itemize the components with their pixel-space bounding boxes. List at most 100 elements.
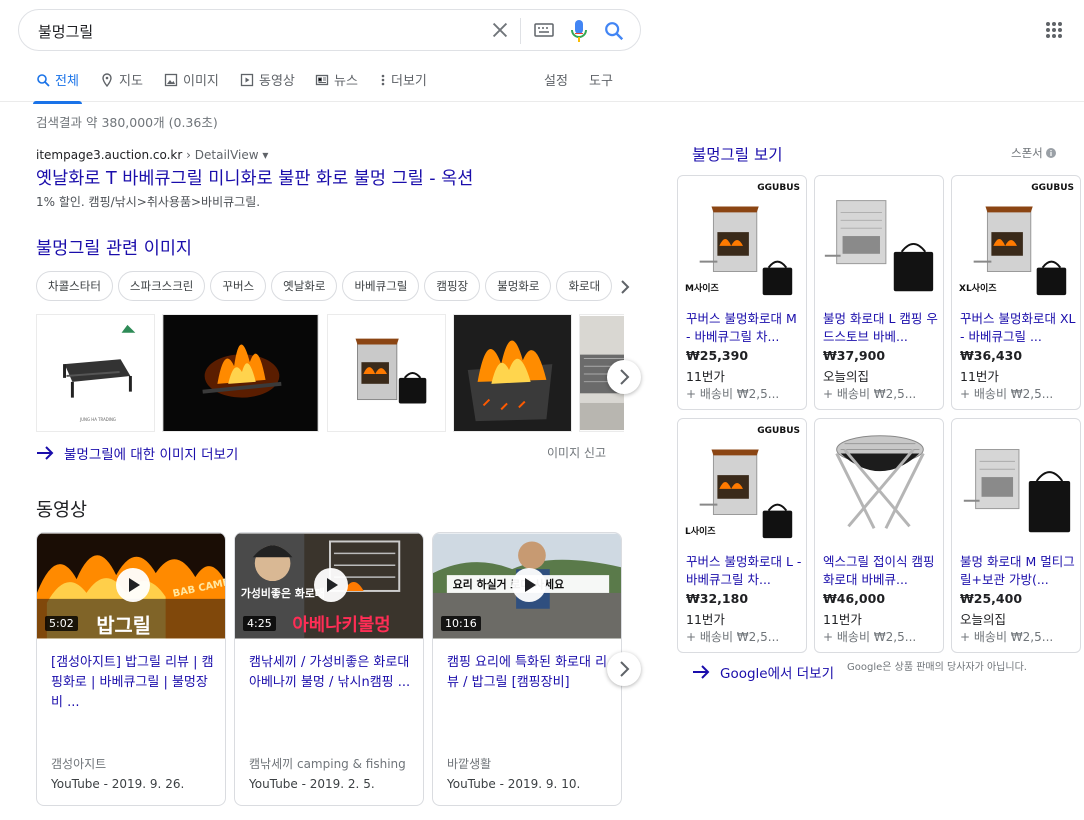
arrow-right-icon [693, 665, 710, 679]
image-thumb[interactable] [162, 314, 319, 432]
product-image[interactable] [815, 176, 943, 304]
search-icon [37, 73, 50, 87]
more-images-link[interactable]: 불멍그릴에 대한 이미지 더보기 [36, 443, 238, 463]
search-box[interactable]: 불멍그릴 [18, 9, 641, 51]
video-title[interactable]: 캠낚세끼 / 가성비좋은 화로대 아베나끼 불멍 / 낚시n캠핑 ... [249, 653, 415, 693]
report-images-link[interactable]: 이미지 신고 [547, 444, 606, 461]
tab-label: 지도 [119, 74, 143, 89]
chip[interactable]: 캠핑장 [424, 271, 481, 301]
apps-grid-icon[interactable] [1045, 21, 1063, 39]
chip[interactable]: 옛날화로 [271, 271, 338, 301]
tab-tools[interactable]: 도구 [589, 70, 613, 89]
video-thumbnail[interactable]: 요리 하실거 로대 사세요 10:16 [433, 533, 621, 639]
video-title[interactable]: 캠핑 요리에 특화된 화로대 리뷰 / 밥그릴 [캠핑장비] [447, 653, 613, 693]
product-card[interactable]: GGUBUS M사이즈 꾸버스 불멍화로대 M - 바베큐그릴 차... ₩25… [677, 175, 807, 410]
product-image[interactable]: GGUBUS XL사이즈 [952, 176, 1080, 304]
video-card[interactable]: BAB CAMPING 밥그릴 5:02 [갬성아지트] 밥그릴 리뷰 | 캠핑화… [36, 532, 226, 806]
product-shipping: + 배송비 ₩2,5... [686, 387, 780, 401]
video-duration: 4:25 [243, 616, 276, 631]
product-image[interactable]: GGUBUS L사이즈 [678, 419, 806, 547]
product-card[interactable]: GGUBUS L사이즈 꾸버스 불멍화로대 L - 바베큐그릴 차... ₩32… [677, 418, 807, 653]
more-images-label: 불멍그릴에 대한 이미지 더보기 [64, 447, 239, 463]
product-name[interactable]: 꾸버스 불멍화로대 L - 바베큐그릴 차... [686, 553, 804, 589]
chip[interactable]: 바베큐그릴 [342, 271, 420, 301]
video-card[interactable]: 요리 하실거 로대 사세요 10:16 캠핑 요리에 특화된 화로대 리뷰 / … [432, 532, 622, 806]
product-card[interactable]: GGUBUS XL사이즈 꾸버스 불멍화로대 XL - 바베큐그릴 ... ₩3… [951, 175, 1081, 410]
video-title[interactable]: [갬성아지트] 밥그릴 리뷰 | 캠핑화로 | 바베큐그릴 | 불멍장비 ... [51, 653, 217, 713]
image-thumb[interactable] [453, 314, 572, 432]
shopping-title[interactable]: 불멍그릴 보기 [692, 143, 783, 165]
images-heading[interactable]: 불멍그릴 관련 이미지 [36, 235, 192, 260]
video-source: YouTube - 2019. 9. 26. [51, 777, 185, 791]
result-title-link[interactable]: 옛날화로 T 바베큐그릴 미니화로 불판 화로 불멍 그릴 - 옥션 [36, 165, 473, 190]
product-image[interactable]: GGUBUS M사이즈 [678, 176, 806, 304]
product-name[interactable]: 불멍 화로대 M 멀티그릴+보관 가방(... [960, 553, 1078, 589]
play-icon[interactable] [116, 568, 150, 602]
product-card[interactable]: 엑스그릴 접이식 캠핑화로대 바베큐... ₩46,000 11번가 + 배송비… [814, 418, 944, 653]
tab-images[interactable]: 이미지 [164, 70, 219, 89]
microphone-icon[interactable] [569, 19, 589, 43]
tab-maps[interactable]: 지도 [100, 70, 143, 89]
video-duration: 5:02 [45, 616, 78, 631]
clear-icon[interactable] [489, 19, 511, 41]
chip[interactable]: 불멍화로 [485, 271, 552, 301]
product-image[interactable] [815, 419, 943, 547]
product-name[interactable]: 엑스그릴 접이식 캠핑화로대 바베큐... [823, 553, 941, 589]
video-card[interactable]: 가성비좋은 화로대 아베나키불멍 4:25 캠낚세끼 / 가성비좋은 화로대 아베… [234, 532, 424, 806]
product-price: ₩46,000 [823, 591, 886, 606]
sponsored-text: 스폰서 [1011, 146, 1043, 160]
product-card[interactable]: 불멍 화로대 M 멀티그릴+보관 가방(... ₩25,400 오늘의집 + 배… [951, 418, 1081, 653]
image-strip: JUNG HA TRADING [36, 314, 624, 434]
search-input[interactable]: 불멍그릴 [38, 21, 93, 42]
search-icon[interactable] [603, 20, 625, 42]
result-cite[interactable]: itempage3.auction.co.kr › DetailView ▾ [36, 148, 268, 162]
images-next-button[interactable] [607, 360, 641, 394]
tab-videos[interactable]: 동영상 [240, 70, 295, 89]
thumbnail-text: 가성비좋은 화로대 [241, 586, 325, 600]
play-icon[interactable] [512, 568, 546, 602]
product-name[interactable]: 불멍 화로대 L 캠핑 우드스토브 바베... [823, 310, 941, 346]
product-shipping: + 배송비 ₩2,5... [686, 630, 780, 644]
google-more-link[interactable]: Google에서 더보기 [692, 662, 834, 682]
play-icon[interactable] [314, 568, 348, 602]
video-duration: 10:16 [441, 616, 481, 631]
tab-settings[interactable]: 설정 [544, 70, 568, 89]
videos-next-button[interactable] [607, 652, 641, 686]
product-price: ₩25,390 [686, 348, 749, 363]
product-image[interactable] [952, 419, 1080, 547]
image-thumb[interactable] [327, 314, 446, 432]
image-thumb[interactable]: JUNG HA TRADING [36, 314, 155, 432]
video-thumbnail[interactable]: BAB CAMPING 밥그릴 5:02 [37, 533, 225, 639]
chevron-right-icon [620, 369, 630, 385]
tab-more[interactable]: 더보기 [380, 70, 427, 89]
chip[interactable]: 스파크스크린 [117, 271, 206, 301]
tab-label: 전체 [55, 74, 79, 89]
product-name[interactable]: 꾸버스 불멍화로대 M - 바베큐그릴 차... [686, 310, 804, 346]
video-thumbnail[interactable]: 가성비좋은 화로대 아베나키불멍 4:25 [235, 533, 423, 639]
product-store: 11번가 [686, 369, 725, 384]
product-store: 11번가 [823, 612, 862, 627]
video-icon [240, 73, 254, 86]
chip[interactable]: 화로대 [556, 271, 613, 301]
fire-pit-image [454, 315, 571, 431]
chip[interactable]: 차콜스타터 [36, 271, 113, 301]
product-card[interactable]: 불멍 화로대 L 캠핑 우드스토브 바베... ₩37,900 오늘의집 + 배… [814, 175, 944, 410]
product-store: 오늘의집 [823, 369, 870, 384]
chevron-right-icon[interactable] [618, 280, 632, 294]
product-brand: GGUBUS [757, 426, 800, 436]
tab-all[interactable]: 전체 [33, 70, 82, 104]
tab-news[interactable]: 뉴스 [315, 70, 358, 89]
arrow-right-icon [37, 446, 54, 460]
chip[interactable]: 꾸버스 [210, 271, 267, 301]
product-brand: GGUBUS [757, 183, 800, 193]
product-size: XL사이즈 [959, 284, 997, 294]
info-icon [1045, 148, 1056, 158]
product-shipping: + 배송비 ₩2,5... [823, 630, 917, 644]
product-shipping: + 배송비 ₩2,5... [960, 630, 1054, 644]
keyboard-icon[interactable] [534, 22, 554, 38]
tab-label: 이미지 [183, 74, 219, 89]
sponsored-label[interactable]: 스폰서 [1011, 145, 1056, 161]
x-grill-product-image [815, 419, 943, 547]
product-name[interactable]: 꾸버스 불멍화로대 XL - 바베큐그릴 ... [960, 310, 1078, 346]
product-size: M사이즈 [685, 284, 719, 294]
